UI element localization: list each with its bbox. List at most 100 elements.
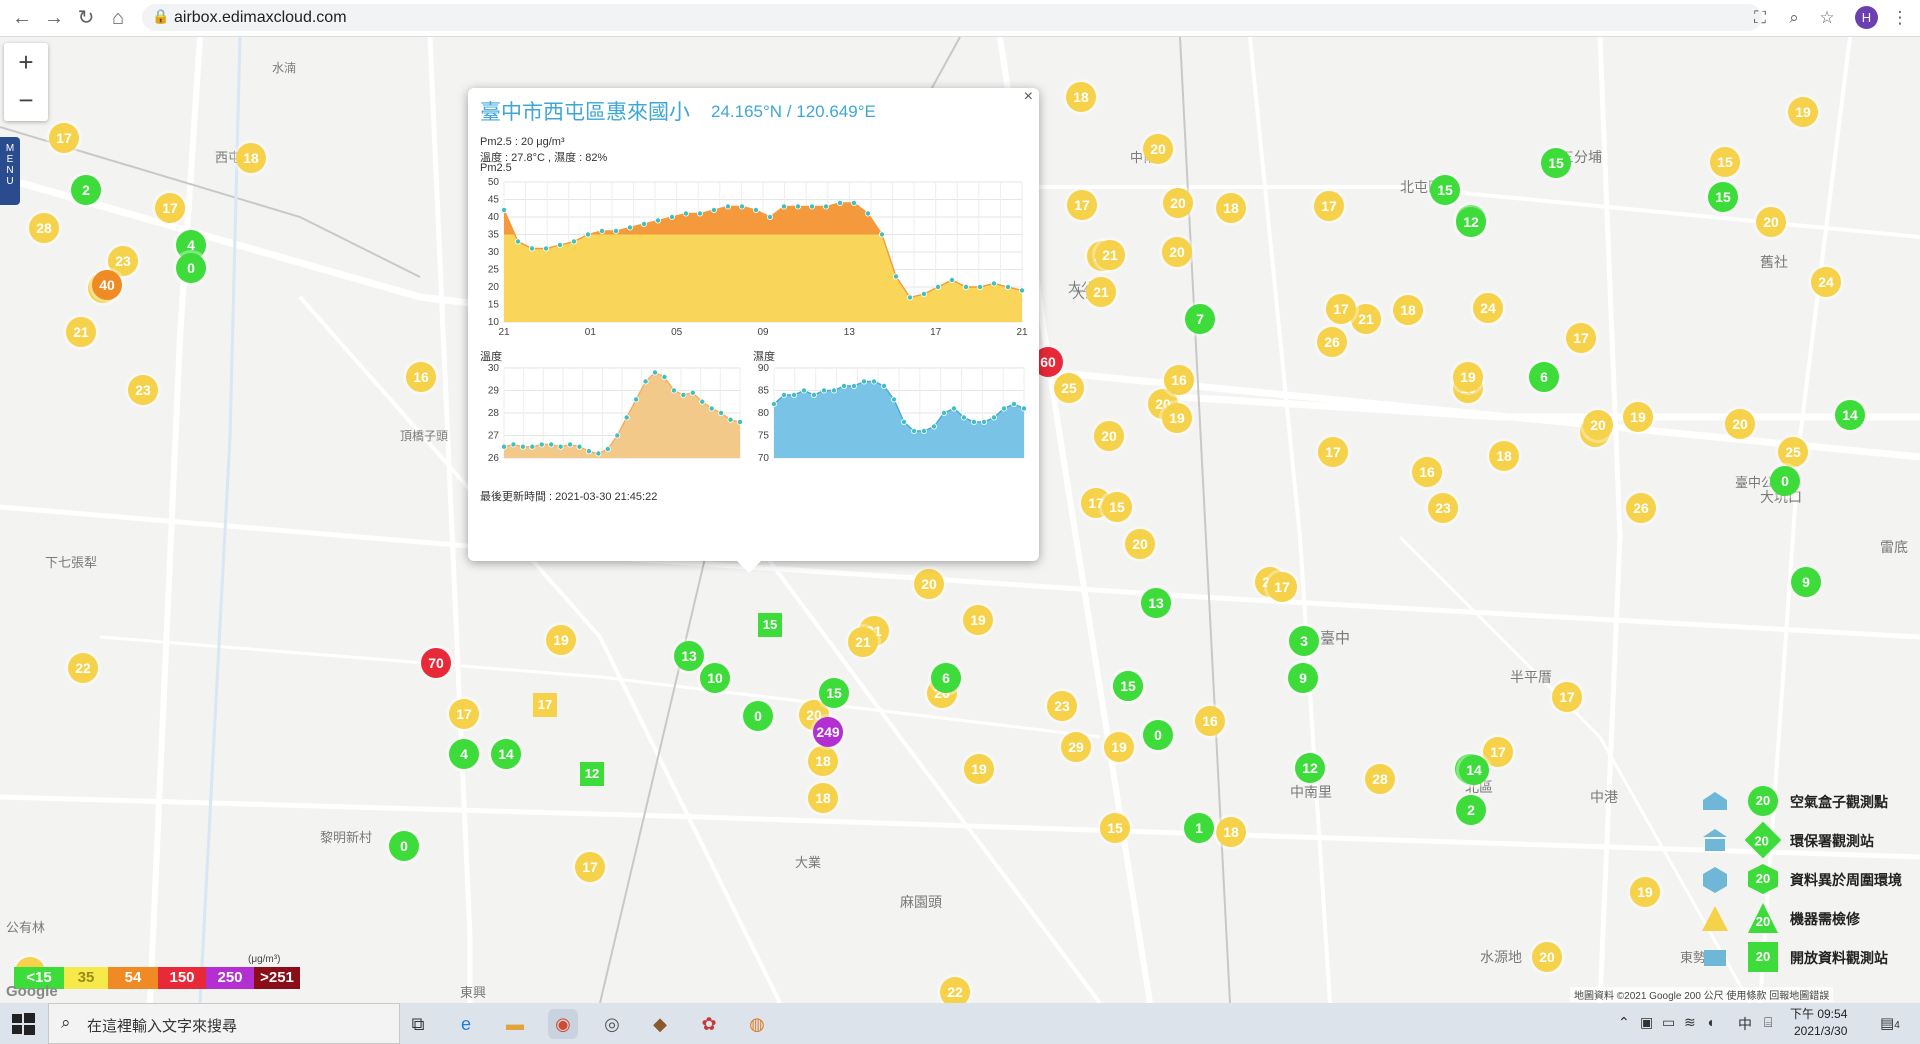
airbox-marker[interactable]: 15 — [1102, 492, 1132, 522]
airbox-marker[interactable]: 24 — [1473, 293, 1503, 323]
airbox-marker[interactable]: 18 — [1393, 295, 1423, 325]
airbox-marker[interactable]: 19 — [1630, 877, 1660, 907]
airbox-marker[interactable]: 18 — [1216, 817, 1246, 847]
airbox-marker[interactable]: 21 — [1095, 240, 1125, 270]
airbox-marker[interactable]: 17 — [1326, 294, 1356, 324]
airbox-marker[interactable]: 19 — [964, 754, 994, 784]
airbox-marker[interactable]: 2 — [71, 175, 101, 205]
airbox-marker-orange[interactable]: 40 — [92, 270, 122, 300]
airbox-marker[interactable]: 29 — [1061, 732, 1091, 762]
airbox-marker[interactable]: 22 — [68, 653, 98, 683]
airbox-marker[interactable]: 14 — [491, 739, 521, 769]
airbox-marker[interactable]: 28 — [29, 213, 59, 243]
airbox-marker[interactable]: 19 — [1788, 97, 1818, 127]
airbox-marker[interactable]: 21 — [1086, 277, 1116, 307]
airbox-marker[interactable]: 9 — [1791, 567, 1821, 597]
airbox-marker[interactable]: 0 — [1143, 720, 1173, 750]
airbox-marker[interactable]: 22 — [940, 977, 970, 1003]
airbox-marker[interactable]: 17 — [575, 852, 605, 882]
ime-indicator[interactable]: 中 — [1738, 1014, 1752, 1034]
airbox-marker[interactable]: 21 — [848, 627, 878, 657]
back-arrow-icon[interactable]: ← — [8, 4, 36, 32]
airbox-marker[interactable]: 4 — [449, 739, 479, 769]
airbox-marker[interactable]: 18 — [808, 783, 838, 813]
airbox-marker[interactable]: 19 — [1623, 402, 1653, 432]
airbox-marker[interactable]: 20 — [1725, 409, 1755, 439]
airbox-marker[interactable]: 6 — [931, 663, 961, 693]
notification-icon[interactable]: ▤4 — [1880, 1014, 1900, 1032]
airbox-marker[interactable]: 20 — [1163, 188, 1193, 218]
airbox-marker[interactable]: 10 — [700, 663, 730, 693]
airbox-marker[interactable]: 18 — [808, 746, 838, 776]
airbox-marker-red[interactable]: 70 — [421, 648, 451, 678]
airbox-marker[interactable]: 26 — [1626, 493, 1656, 523]
airbox-marker[interactable]: 16 — [406, 362, 436, 392]
airbox-marker[interactable]: 15 — [819, 678, 849, 708]
airbox-marker[interactable]: 19 — [1453, 362, 1483, 392]
airbox-marker[interactable]: 16 — [1195, 706, 1225, 736]
airbox-marker[interactable]: 14 — [1459, 755, 1489, 785]
airbox-marker[interactable]: 13 — [674, 641, 704, 671]
airbox-marker[interactable]: 17 — [449, 699, 479, 729]
star-icon[interactable]: ☆ — [1815, 6, 1839, 30]
airbox-marker[interactable]: 18 — [236, 143, 266, 173]
zoom-out-button[interactable]: − — [4, 81, 48, 119]
airbox-marker[interactable]: 28 — [1365, 764, 1395, 794]
close-icon[interactable]: × — [1024, 88, 1033, 106]
airbox-marker[interactable]: 12 — [1295, 753, 1325, 783]
airbox-marker[interactable]: 20 — [1143, 134, 1173, 164]
airbox-marker[interactable]: 16 — [1164, 365, 1194, 395]
airbox-marker[interactable]: 17 — [1067, 190, 1097, 220]
airbox-marker[interactable]: 23 — [128, 375, 158, 405]
airbox-marker[interactable]: 16 — [1412, 457, 1442, 487]
task-view-icon[interactable]: ⧉ — [403, 1009, 433, 1039]
zoom-icon[interactable]: ⌕ — [1782, 6, 1806, 30]
airbox-marker[interactable]: 17 — [1318, 437, 1348, 467]
wifi-icon[interactable]: ≋ — [1684, 1014, 1696, 1031]
airbox-marker[interactable]: 19 — [1162, 403, 1192, 433]
edge-browser-icon[interactable]: e — [451, 1009, 481, 1039]
airbox-marker[interactable]: 25 — [1054, 373, 1084, 403]
airbox-marker[interactable]: 3 — [1289, 626, 1319, 656]
airbox-marker[interactable]: 17 — [1314, 191, 1344, 221]
airbox-marker[interactable]: 2 — [1456, 795, 1486, 825]
airbox-marker[interactable]: 19 — [546, 625, 576, 655]
taskbar-search-box[interactable]: ⌕ 在這裡輸入文字來搜尋 — [48, 1003, 400, 1044]
menu-tab-button[interactable]: MENU — [0, 137, 20, 205]
airbox-marker[interactable]: 15 — [1710, 147, 1740, 177]
airbox-marker[interactable]: 20 — [1162, 237, 1192, 267]
airbox-marker[interactable]: 15 — [1100, 813, 1130, 843]
airbox-marker[interactable]: 1 — [1184, 813, 1214, 843]
airbox-marker[interactable]: 23 — [1047, 691, 1077, 721]
open-data-station-marker[interactable]: 12 — [580, 762, 604, 786]
app-icon[interactable]: ◎ — [597, 1009, 627, 1039]
airbox-marker[interactable]: 19 — [1104, 732, 1134, 762]
airbox-marker[interactable]: 9 — [1288, 663, 1318, 693]
airbox-marker[interactable]: 0 — [176, 253, 206, 283]
map-canvas[interactable]: 水湳 北屯區 三分埔 臺中 大坑口 下七張犁 黎明新村 中港 東勢子 中南里 東… — [0, 37, 1920, 1003]
kebab-menu-icon[interactable]: ⋮ — [1888, 6, 1912, 30]
airbox-marker[interactable]: 20 — [914, 569, 944, 599]
reload-icon[interactable]: ↻ — [72, 4, 100, 32]
profile-avatar[interactable]: H — [1855, 6, 1878, 29]
volume-icon[interactable]: ◖ — [1706, 1014, 1714, 1030]
airbox-marker[interactable]: 25 — [1778, 437, 1808, 467]
clock-time[interactable]: 下午 09:54 — [1790, 1005, 1847, 1022]
app-icon[interactable]: ◍ — [742, 1009, 772, 1039]
airbox-marker[interactable]: 18 — [1489, 441, 1519, 471]
file-explorer-icon[interactable]: ▬ — [500, 1009, 530, 1039]
open-data-station-marker[interactable]: 15 — [758, 613, 782, 637]
tray-app-icon[interactable]: ▣ — [1640, 1014, 1653, 1031]
airbox-marker[interactable]: 24 — [1811, 267, 1841, 297]
translate-icon[interactable]: ⛶ — [1748, 6, 1772, 30]
chevron-up-icon[interactable]: ⌃ — [1618, 1014, 1630, 1031]
airbox-marker[interactable]: 0 — [743, 701, 773, 731]
airbox-marker[interactable]: 20 — [1125, 529, 1155, 559]
address-bar[interactable]: 🔒 airbox.edimaxcloud.com — [142, 4, 1762, 31]
zoom-in-button[interactable]: + — [4, 43, 48, 81]
airbox-marker[interactable]: 6 — [1529, 362, 1559, 392]
home-icon[interactable]: ⌂ — [104, 4, 132, 32]
airbox-marker-purple[interactable]: 249 — [813, 717, 843, 747]
airbox-marker[interactable]: 18 — [1066, 82, 1096, 112]
airbox-marker[interactable]: 23 — [1428, 493, 1458, 523]
